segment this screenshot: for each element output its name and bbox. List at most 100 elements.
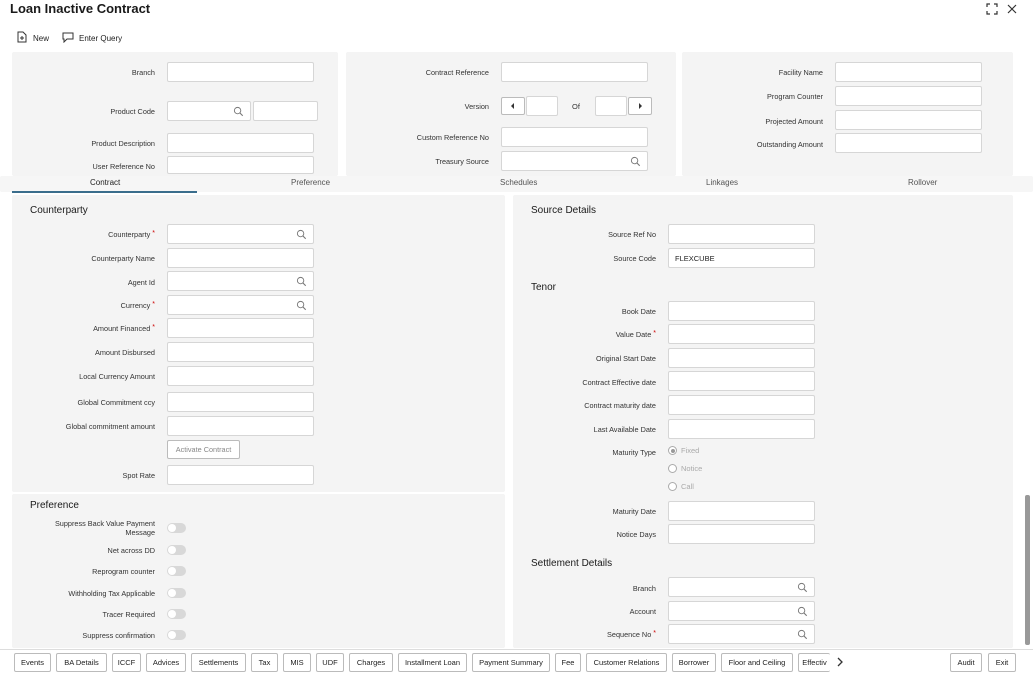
search-icon[interactable]	[797, 629, 808, 640]
suppress-confirmation-toggle[interactable]	[167, 630, 186, 640]
amount-disbursed-input[interactable]	[167, 342, 314, 362]
charges-button[interactable]: Charges	[349, 653, 393, 672]
value-date-label: Value Date *	[615, 330, 656, 339]
settlement-account-input[interactable]	[668, 601, 815, 621]
tab-preference[interactable]: Preference	[291, 178, 330, 187]
product-code-label: Product Code	[110, 107, 155, 116]
next-version-button[interactable]	[628, 97, 652, 115]
settlement-branch-input[interactable]	[668, 577, 815, 597]
original-start-date-input[interactable]	[668, 348, 815, 368]
custom-reference-input[interactable]	[501, 127, 648, 147]
version-total-input[interactable]	[595, 96, 627, 116]
withholding-tax-toggle[interactable]	[167, 588, 186, 598]
maturity-date-input[interactable]	[668, 501, 815, 521]
tab-schedules[interactable]: Schedules	[500, 178, 537, 187]
maturity-fixed-radio[interactable]: Fixed	[668, 446, 699, 455]
maturity-call-radio[interactable]: Call	[668, 482, 694, 491]
value-date-input[interactable]	[668, 324, 815, 344]
agent-id-input[interactable]	[167, 271, 314, 291]
suppress-back-value-label: Suppress Back Value Payment Message	[54, 519, 155, 537]
contract-reference-input[interactable]	[501, 62, 648, 82]
user-reference-input[interactable]	[167, 156, 314, 174]
book-date-input[interactable]	[668, 301, 815, 321]
events-button[interactable]: Events	[14, 653, 51, 672]
contract-effective-date-input[interactable]	[668, 371, 815, 391]
enter-query-button[interactable]: Enter Query	[62, 31, 122, 45]
outstanding-amount-input[interactable]	[835, 133, 982, 153]
installment-loan-button[interactable]: Installment Loan	[398, 653, 467, 672]
amount-financed-input[interactable]	[167, 318, 314, 338]
search-icon[interactable]	[630, 156, 641, 167]
caret-left-icon	[511, 103, 514, 109]
treasury-source-input[interactable]	[501, 151, 648, 171]
active-tab-indicator	[12, 191, 197, 193]
contract-maturity-date-input[interactable]	[668, 395, 815, 415]
enter-query-label: Enter Query	[79, 33, 123, 43]
settlements-button[interactable]: Settlements	[191, 653, 246, 672]
search-icon[interactable]	[233, 106, 244, 117]
udf-button[interactable]: UDF	[316, 653, 344, 672]
effective-button[interactable]: Effectiv	[798, 653, 830, 672]
new-button[interactable]: New	[16, 31, 49, 45]
advices-button[interactable]: Advices	[146, 653, 186, 672]
tab-contract[interactable]: Contract	[90, 178, 120, 187]
floor-and-ceiling-button[interactable]: Floor and Ceiling	[721, 653, 793, 672]
tab-linkages[interactable]: Linkages	[706, 178, 738, 187]
currency-label: Currency *	[120, 301, 155, 310]
sequence-no-input[interactable]	[668, 624, 815, 644]
exit-button[interactable]: Exit	[988, 653, 1016, 672]
ba-details-button[interactable]: BA Details	[56, 653, 107, 672]
source-ref-label: Source Ref No	[608, 230, 656, 239]
tab-rollover[interactable]: Rollover	[908, 178, 937, 187]
local-currency-amount-input[interactable]	[167, 366, 314, 386]
last-available-date-input[interactable]	[668, 419, 815, 439]
activate-contract-button[interactable]: Activate Contract	[167, 440, 240, 459]
iccf-button[interactable]: ICCF	[112, 653, 141, 672]
facility-name-input[interactable]	[835, 62, 982, 82]
product-code-input[interactable]	[167, 101, 251, 121]
reprogram-counter-toggle[interactable]	[167, 566, 186, 576]
projected-amount-input[interactable]	[835, 110, 982, 130]
agent-id-label: Agent Id	[127, 278, 155, 287]
audit-button[interactable]: Audit	[950, 653, 982, 672]
global-commitment-ccy-input[interactable]	[167, 392, 314, 412]
close-icon[interactable]	[1007, 3, 1017, 18]
payment-summary-button[interactable]: Payment Summary	[472, 653, 550, 672]
maturity-date-label: Maturity Date	[612, 507, 656, 516]
search-icon[interactable]	[797, 606, 808, 617]
customer-relations-button[interactable]: Customer Relations	[586, 653, 667, 672]
source-ref-input[interactable]	[668, 224, 815, 244]
spot-rate-input[interactable]	[167, 465, 314, 485]
settlement-account-label: Account	[629, 607, 656, 616]
tax-button[interactable]: Tax	[251, 653, 278, 672]
branch-input[interactable]	[167, 62, 314, 82]
expand-icon[interactable]	[986, 3, 998, 18]
search-icon[interactable]	[296, 276, 307, 287]
search-icon[interactable]	[296, 229, 307, 240]
net-across-dd-toggle[interactable]	[167, 545, 186, 555]
fee-button[interactable]: Fee	[555, 653, 581, 672]
page-title: Loan Inactive Contract	[10, 1, 151, 16]
global-commitment-amount-input[interactable]	[167, 416, 314, 436]
maturity-notice-radio[interactable]: Notice	[668, 464, 702, 473]
counterparty-name-input[interactable]	[167, 248, 314, 268]
product-description-input[interactable]	[167, 133, 314, 153]
tracer-required-toggle[interactable]	[167, 609, 186, 619]
vertical-scrollbar[interactable]	[1025, 495, 1030, 645]
new-document-icon	[16, 31, 28, 45]
mis-button[interactable]: MIS	[283, 653, 311, 672]
notice-days-input[interactable]	[668, 524, 815, 544]
search-icon[interactable]	[296, 300, 307, 311]
program-counter-input[interactable]	[835, 86, 982, 106]
chevron-right-icon[interactable]	[836, 656, 844, 670]
search-icon[interactable]	[797, 582, 808, 593]
source-code-input[interactable]: FLEXCUBE	[668, 248, 815, 268]
product-code-desc-input[interactable]	[253, 101, 318, 121]
borrower-button[interactable]: Borrower	[672, 653, 716, 672]
version-input[interactable]	[526, 96, 558, 116]
previous-version-button[interactable]	[501, 97, 525, 115]
sequence-no-label: Sequence No *	[607, 630, 656, 639]
suppress-back-value-toggle[interactable]	[167, 523, 186, 533]
currency-input[interactable]	[167, 295, 314, 315]
counterparty-input[interactable]	[167, 224, 314, 244]
